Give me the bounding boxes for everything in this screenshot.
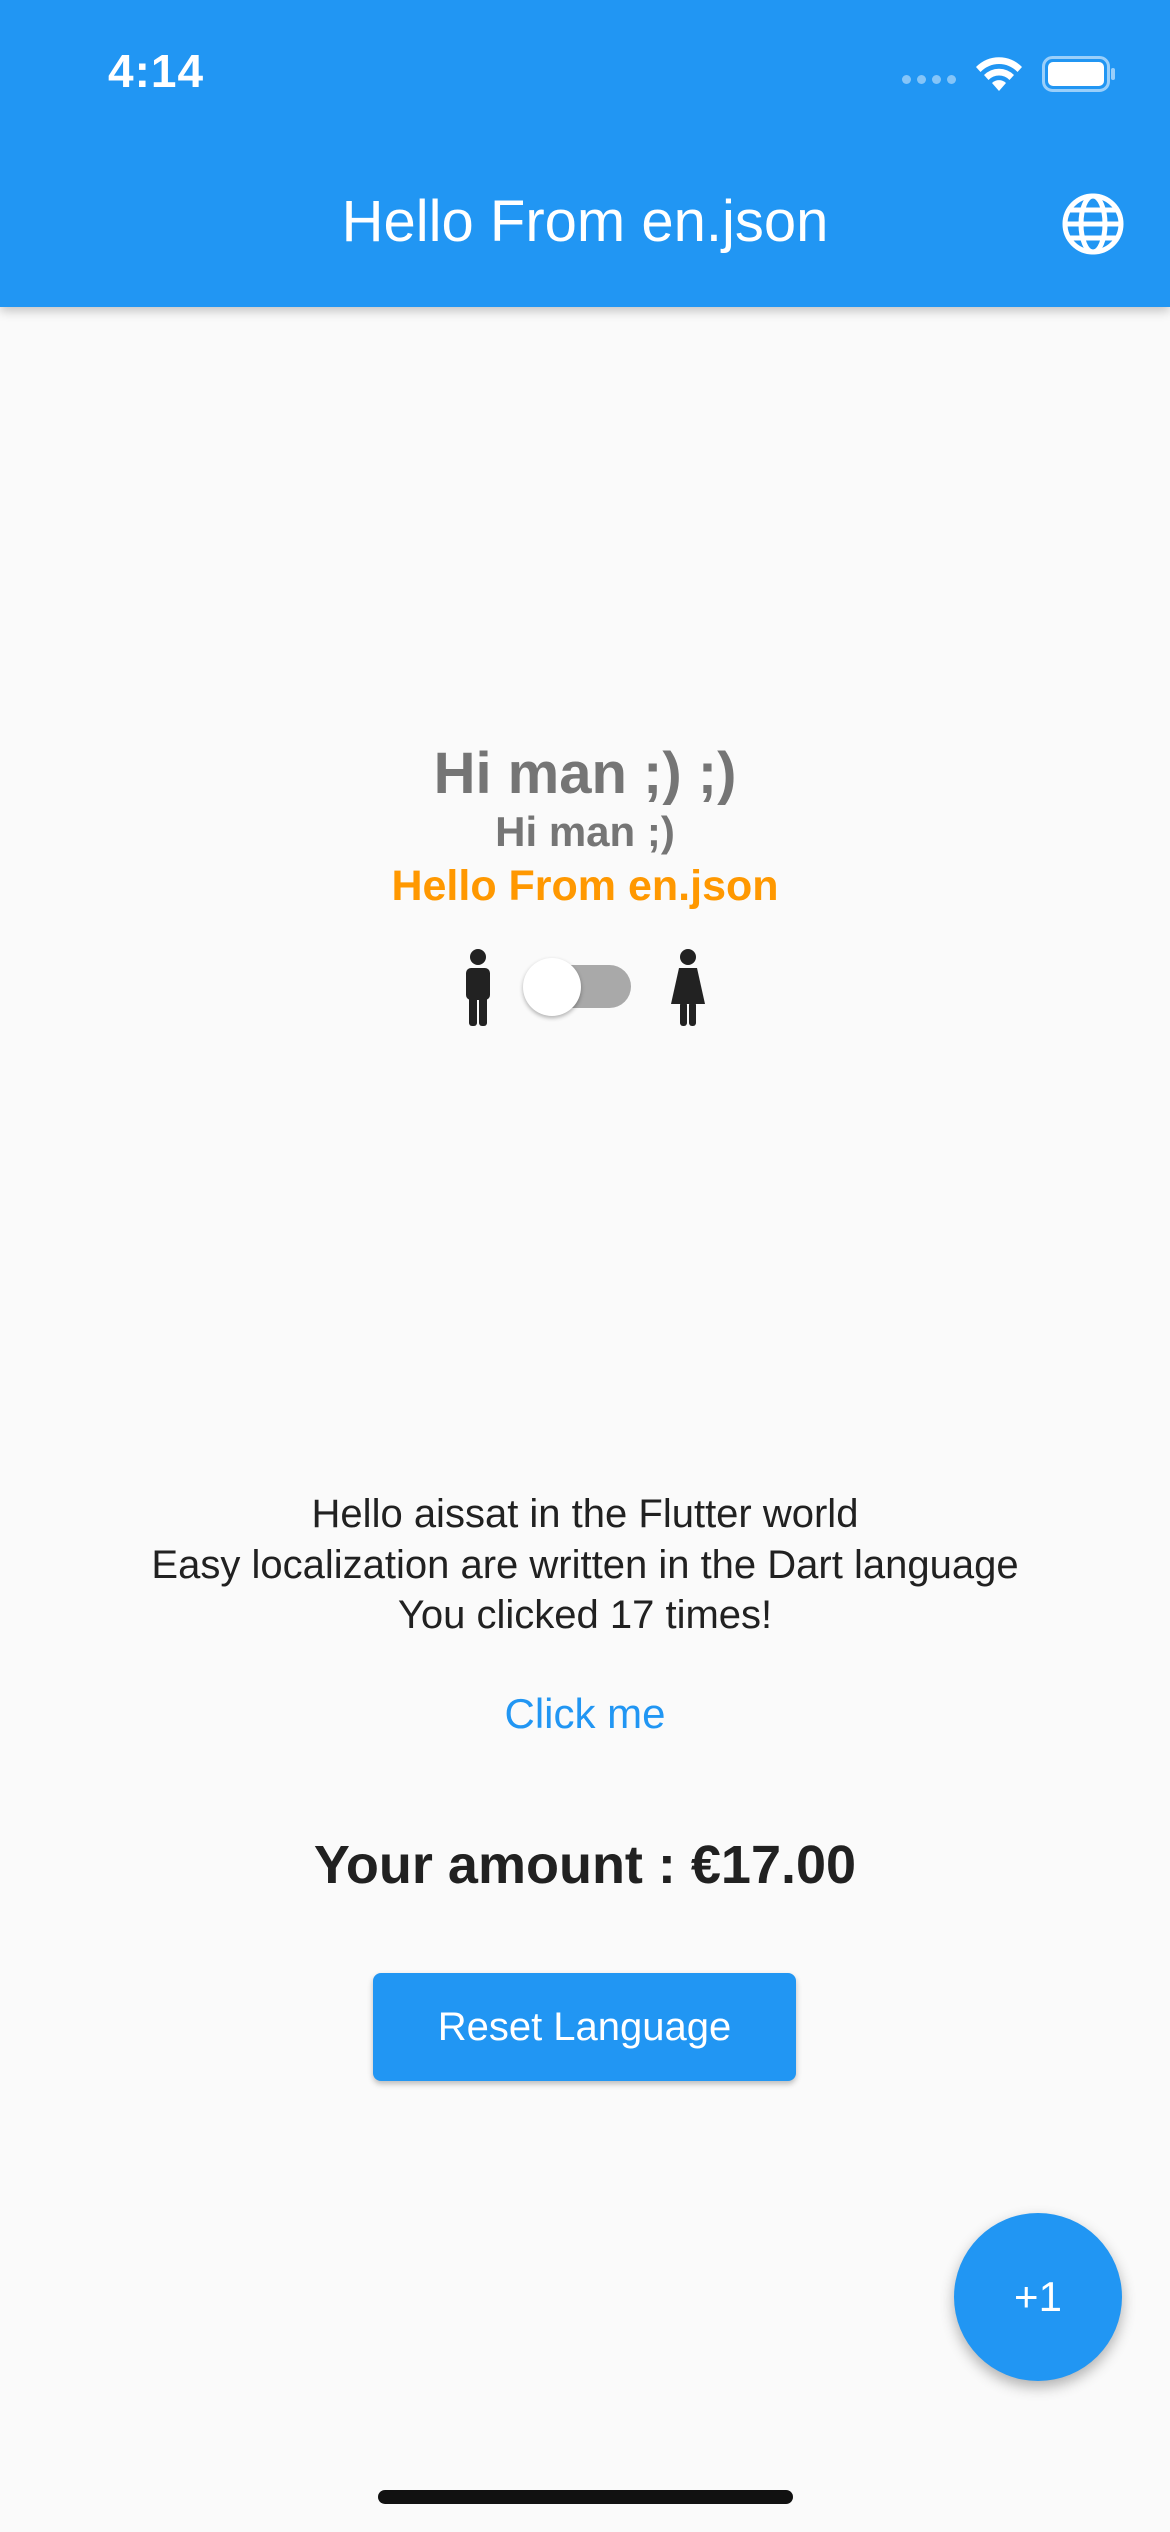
description-message: Easy localization are written in the Dar… — [151, 1543, 1019, 1587]
status-icons — [902, 50, 1116, 98]
cellular-signal-icon — [902, 74, 956, 84]
female-icon — [671, 949, 705, 1026]
gender-toggle-row — [460, 948, 710, 1028]
click-me-container: Click me — [0, 1690, 1170, 1738]
greeting-small: Hi man ;) — [495, 808, 675, 855]
hello-message: Hello aissat in the Flutter world — [311, 1492, 859, 1536]
battery-icon — [1042, 56, 1115, 92]
app-bar: 4:14 Hello From en.json — [0, 0, 1170, 307]
switch-thumb — [523, 958, 581, 1016]
male-icon — [466, 949, 490, 1026]
wifi-icon — [976, 57, 1022, 91]
status-time: 4:14 — [108, 45, 205, 97]
language-button[interactable] — [1058, 189, 1128, 259]
click-me-button[interactable]: Click me — [484, 1680, 685, 1747]
click-count-message: You clicked 17 times! — [397, 1593, 773, 1637]
page-title: Hello From en.json — [341, 189, 829, 254]
home-indicator — [378, 2490, 793, 2504]
greeting-large: Hi man ;) ;) — [433, 741, 737, 806]
greeting-highlight: Hello From en.json — [391, 862, 779, 910]
increment-fab[interactable]: +1 — [954, 2213, 1122, 2381]
globe-icon — [1062, 193, 1124, 255]
amount-text: Your amount : €17.00 — [313, 1835, 857, 1895]
reset-language-button[interactable]: Reset Language — [373, 1973, 796, 2081]
gender-switch[interactable] — [523, 958, 633, 1016]
